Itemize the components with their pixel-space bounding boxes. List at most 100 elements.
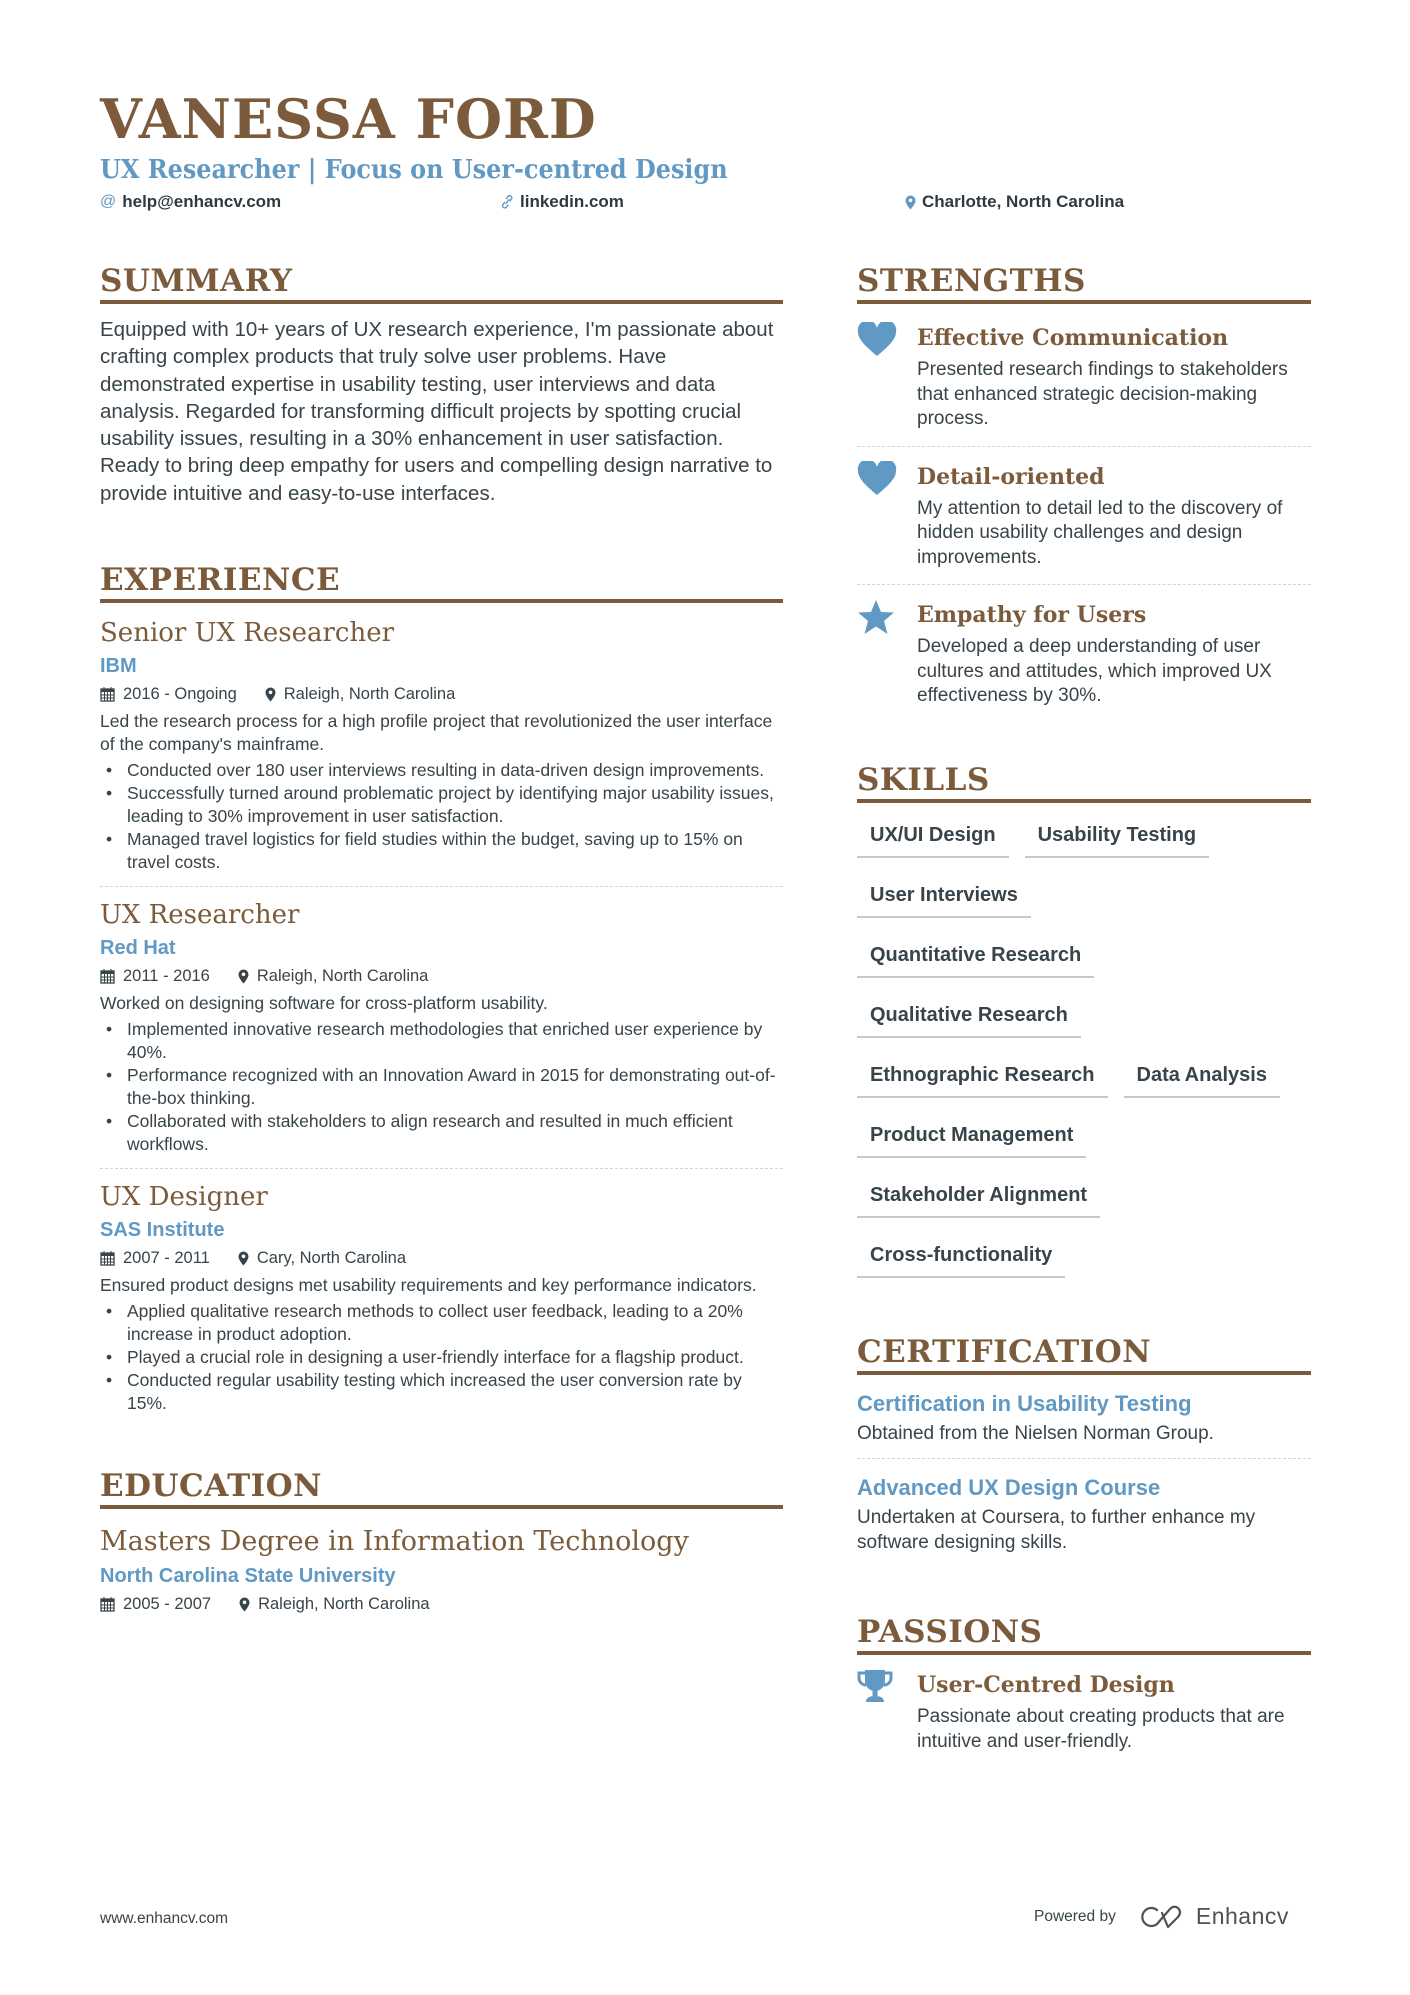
experience-item: UX Researcher Red Hat 2011 - 2016 Raleig… bbox=[100, 897, 783, 1170]
education-dates: 2005 - 2007 bbox=[123, 1595, 212, 1614]
job-achievements: Implemented innovative research methodol… bbox=[100, 1018, 783, 1156]
contact-email-text: help@enhancv.com bbox=[122, 192, 282, 211]
right-column: STRENGTHS Effective Communication Presen… bbox=[857, 262, 1311, 1768]
job-dates: 2007 - 2011 bbox=[123, 1249, 210, 1268]
passions-heading: PASSIONS bbox=[857, 1613, 1311, 1655]
company-name: SAS Institute bbox=[100, 1219, 225, 1242]
achievement-bullet: Applied qualitative research methods to … bbox=[100, 1300, 783, 1346]
strength-title: Empathy for Users bbox=[917, 602, 1147, 628]
achievement-bullet: Managed travel logistics for field studi… bbox=[100, 828, 783, 874]
calendar-icon bbox=[100, 686, 115, 702]
skill-tag: Cross-functionality bbox=[857, 1235, 1066, 1278]
achievement-bullet: Collaborated with stakeholders to align … bbox=[100, 1110, 783, 1156]
summary-heading: SUMMARY bbox=[100, 262, 783, 304]
strength-title: Effective Communication bbox=[917, 325, 1229, 351]
contact-linkedin[interactable]: linkedin.com bbox=[500, 192, 624, 212]
strength-item: Detail-oriented My attention to detail l… bbox=[857, 447, 1311, 585]
education-section: EDUCATION Masters Degree in Information … bbox=[100, 1467, 783, 1617]
certification-item: Certification in Usability Testing Obtai… bbox=[857, 1375, 1311, 1459]
experience-heading: EXPERIENCE bbox=[100, 561, 783, 604]
contact-linkedin-text: linkedin.com bbox=[520, 192, 624, 211]
skill-tag: Usability Testing bbox=[1024, 815, 1210, 858]
left-column: SUMMARY Equipped with 10+ years of UX re… bbox=[100, 262, 783, 1617]
experience-section: EXPERIENCE Senior UX Researcher IBM 2016… bbox=[100, 561, 783, 1427]
at-icon: @ bbox=[100, 193, 117, 210]
job-achievements: Conducted over 180 user interviews resul… bbox=[100, 759, 783, 874]
job-location: Cary, North Carolina bbox=[256, 1249, 407, 1268]
brand-name: Enhancv bbox=[1195, 1903, 1289, 1929]
location-pin-icon bbox=[238, 969, 249, 984]
job-description: Led the research process for a high prof… bbox=[100, 711, 773, 755]
achievement-bullet: Performance recognized with an Innovatio… bbox=[100, 1064, 783, 1110]
passions-section: PASSIONS User-Centred Design Passionate … bbox=[857, 1613, 1311, 1768]
certification-description: Obtained from the Nielsen Norman Group. bbox=[857, 1422, 1214, 1444]
job-title: UX Researcher bbox=[100, 900, 300, 931]
degree-title: Masters Degree in Information Technology bbox=[100, 1526, 689, 1558]
heart-icon bbox=[857, 458, 917, 571]
achievement-bullet: Played a crucial role in designing a use… bbox=[100, 1346, 783, 1369]
heart-icon bbox=[857, 320, 917, 432]
skill-tag: Stakeholder Alignment bbox=[857, 1175, 1101, 1218]
calendar-icon bbox=[100, 968, 115, 984]
certification-description: Undertaken at Coursera, to further enhan… bbox=[857, 1507, 1256, 1553]
calendar-icon bbox=[100, 1596, 115, 1612]
job-dates: 2016 - Ongoing bbox=[123, 685, 237, 704]
enhancv-logo[interactable]: Enhancv bbox=[1140, 1903, 1289, 1930]
location-pin-icon bbox=[238, 1251, 249, 1266]
summary-text: Equipped with 10+ years of UX research e… bbox=[100, 318, 774, 505]
job-meta: 2016 - Ongoing Raleigh, North Carolina bbox=[100, 681, 783, 707]
location-pin-icon bbox=[905, 195, 916, 210]
job-achievements: Applied qualitative research methods to … bbox=[100, 1300, 783, 1415]
job-meta: 2007 - 2011 Cary, North Carolina bbox=[100, 1245, 783, 1271]
link-icon bbox=[500, 194, 514, 210]
job-title: UX Designer bbox=[100, 1182, 268, 1213]
strengths-heading: STRENGTHS bbox=[857, 262, 1311, 304]
skills-list: UX/UI Design Usability Testing User Inte… bbox=[857, 815, 1311, 1295]
company-name: IBM bbox=[100, 655, 137, 678]
footer-website[interactable]: www.enhancv.com bbox=[100, 1910, 228, 1928]
education-meta: 2005 - 2007 Raleigh, North Carolina bbox=[100, 1591, 783, 1617]
job-title: Senior UX Researcher bbox=[100, 618, 395, 649]
skill-tag: UX/UI Design bbox=[857, 815, 1009, 858]
education-heading: EDUCATION bbox=[100, 1467, 783, 1510]
passion-title: User-Centred Design bbox=[917, 1672, 1175, 1698]
strength-item: Effective Communication Presented resear… bbox=[857, 304, 1311, 447]
strengths-section: STRENGTHS Effective Communication Presen… bbox=[857, 262, 1311, 723]
location-pin-icon bbox=[265, 687, 276, 702]
job-location: Raleigh, North Carolina bbox=[256, 967, 429, 986]
contact-location-text: Charlotte, North Carolina bbox=[922, 192, 1125, 211]
job-location: Raleigh, North Carolina bbox=[283, 685, 456, 704]
strength-item: Empathy for Users Developed a deep under… bbox=[857, 585, 1311, 723]
job-description: Worked on designing software for cross-p… bbox=[100, 993, 548, 1014]
job-meta: 2011 - 2016 Raleigh, North Carolina bbox=[100, 963, 783, 989]
skill-tag: Qualitative Research bbox=[857, 995, 1081, 1038]
certification-heading: CERTIFICATION bbox=[857, 1333, 1311, 1375]
school-name: North Carolina State University bbox=[100, 1565, 396, 1588]
skill-tag: Data Analysis bbox=[1123, 1055, 1280, 1098]
experience-item: Senior UX Researcher IBM 2016 - Ongoing … bbox=[100, 615, 783, 888]
skill-tag: User Interviews bbox=[857, 875, 1031, 918]
calendar-icon bbox=[100, 1250, 115, 1266]
skill-tag: Ethnographic Research bbox=[857, 1055, 1108, 1098]
trophy-icon bbox=[857, 1669, 917, 1754]
contact-email[interactable]: @ help@enhancv.com bbox=[100, 192, 281, 212]
passion-item: User-Centred Design Passionate about cre… bbox=[857, 1655, 1311, 1768]
candidate-name: VANESSA FORD bbox=[100, 87, 597, 151]
achievement-bullet: Conducted over 180 user interviews resul… bbox=[100, 759, 783, 782]
strength-title: Detail-oriented bbox=[917, 463, 1105, 490]
certification-title: Advanced UX Design Course bbox=[857, 1475, 1161, 1500]
location-pin-icon bbox=[239, 1597, 250, 1612]
skill-tag: Product Management bbox=[857, 1115, 1087, 1158]
candidate-title: UX Researcher | Focus on User-centred De… bbox=[100, 155, 728, 185]
certification-title: Certification in Usability Testing bbox=[857, 1390, 1192, 1416]
certification-item: Advanced UX Design Course Undertaken at … bbox=[857, 1459, 1311, 1567]
powered-by-label: Powered by bbox=[1034, 1907, 1116, 1925]
strength-description: Presented research findings to stakehold… bbox=[917, 359, 1288, 429]
achievement-bullet: Conducted regular usability testing whic… bbox=[100, 1369, 783, 1415]
experience-item: UX Designer SAS Institute 2007 - 2011 Ca… bbox=[100, 1179, 783, 1427]
job-dates: 2011 - 2016 bbox=[123, 967, 210, 986]
contact-bar: @ help@enhancv.com linkedin.com Charlott… bbox=[100, 192, 1310, 218]
achievement-bullet: Implemented innovative research methodol… bbox=[100, 1018, 783, 1064]
skills-heading: SKILLS bbox=[857, 761, 1311, 803]
skills-section: SKILLS UX/UI Design Usability Testing Us… bbox=[857, 761, 1311, 1295]
